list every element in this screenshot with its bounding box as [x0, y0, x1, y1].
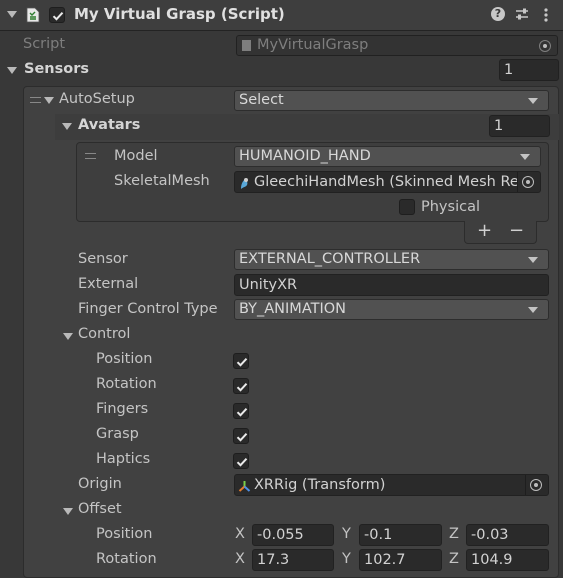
- component-enabled-checkbox[interactable]: [49, 7, 65, 23]
- model-dropdown[interactable]: HUMANOID_HAND: [234, 146, 541, 167]
- inspector-component: My Virtual Grasp (Script) ? Script MyVir…: [0, 0, 563, 578]
- component-title: My Virtual Grasp (Script): [74, 5, 285, 23]
- rotation-x-input[interactable]: 17.3: [252, 549, 334, 571]
- position-y-axis-label: Y: [342, 526, 351, 542]
- component-header: My Virtual Grasp (Script) ?: [0, 0, 563, 31]
- skeletalmesh-field[interactable]: GleechiHandMesh (Skinned Mesh Re: [234, 171, 541, 193]
- add-element-button[interactable]: +: [477, 220, 492, 241]
- control-grasp-label: Grasp: [96, 426, 139, 442]
- rotation-y-input[interactable]: 102.7: [359, 549, 442, 571]
- chevron-down-icon: [528, 98, 538, 104]
- control-rotation-label: Rotation: [96, 376, 157, 392]
- control-position-checkbox[interactable]: [233, 353, 249, 369]
- script-field-value: MyVirtualGrasp: [257, 37, 369, 53]
- script-field[interactable]: MyVirtualGrasp: [236, 35, 558, 56]
- sensor-dropdown[interactable]: EXTERNAL_CONTROLLER: [234, 249, 549, 270]
- transform-icon: [238, 479, 251, 492]
- autosetup-value: Select: [239, 92, 284, 108]
- preset-icon[interactable]: [515, 7, 529, 21]
- avatars-label: Avatars: [78, 117, 141, 133]
- control-position-label: Position: [96, 351, 153, 367]
- chevron-down-icon: [528, 257, 538, 263]
- header-foldout-arrow-icon[interactable]: [7, 11, 17, 18]
- position-z-axis-label: Z: [449, 526, 459, 542]
- physical-label: Physical: [421, 199, 480, 215]
- rotation-z-input[interactable]: 104.9: [466, 549, 549, 571]
- skinned-mesh-icon: [239, 176, 250, 189]
- autosetup-dropdown[interactable]: Select: [234, 90, 549, 111]
- sensors-foldout-arrow-icon[interactable]: [7, 67, 17, 74]
- origin-value: XRRig (Transform): [254, 477, 386, 493]
- picker-separator: [525, 475, 526, 495]
- finger-control-dropdown[interactable]: BY_ANIMATION: [234, 299, 549, 320]
- avatar-drag-handle-icon[interactable]: [85, 153, 96, 159]
- control-rotation-checkbox[interactable]: [233, 378, 249, 394]
- picker-separator: [517, 172, 518, 192]
- position-y-input[interactable]: -0.1: [359, 524, 442, 546]
- kebab-menu-icon[interactable]: [543, 7, 549, 23]
- control-foldout-arrow-icon[interactable]: [63, 333, 73, 340]
- skeletalmesh-value: GleechiHandMesh (Skinned Mesh Re: [254, 174, 519, 190]
- script-file-icon: [26, 7, 40, 23]
- avatars-size-field[interactable]: 1: [489, 115, 550, 137]
- skeletalmesh-label: SkeletalMesh: [114, 173, 210, 189]
- control-haptics-label: Haptics: [96, 451, 151, 467]
- position-x-axis-label: X: [235, 526, 245, 542]
- position-z-input[interactable]: -0.03: [466, 524, 549, 546]
- external-input[interactable]: UnityXR: [234, 274, 549, 296]
- physical-checkbox[interactable]: [399, 199, 415, 215]
- sensors-label: Sensors: [24, 61, 89, 77]
- offset-rotation-label: Rotation: [96, 551, 157, 567]
- control-fingers-label: Fingers: [96, 401, 149, 417]
- control-fingers-checkbox[interactable]: [233, 403, 249, 419]
- autosetup-label: AutoSetup: [59, 91, 135, 107]
- control-label: Control: [78, 326, 131, 342]
- finger-control-value: BY_ANIMATION: [239, 301, 347, 317]
- sensor-value: EXTERNAL_CONTROLLER: [239, 251, 421, 267]
- object-picker-icon[interactable]: [539, 40, 551, 52]
- offset-position-label: Position: [96, 526, 153, 542]
- origin-label: Origin: [78, 476, 122, 492]
- object-picker-icon[interactable]: [530, 479, 542, 491]
- external-label: External: [78, 276, 139, 292]
- chevron-down-icon: [520, 154, 530, 160]
- chevron-down-icon: [528, 307, 538, 313]
- model-value: HUMANOID_HAND: [239, 148, 371, 164]
- script-asset-icon: [242, 40, 251, 51]
- sensor-label: Sensor: [78, 251, 128, 267]
- position-x-input[interactable]: -0.055: [252, 524, 334, 546]
- control-haptics-checkbox[interactable]: [233, 453, 249, 469]
- rotation-x-axis-label: X: [235, 551, 245, 567]
- help-icon[interactable]: ?: [491, 7, 505, 21]
- avatars-foldout-arrow-icon[interactable]: [62, 123, 72, 130]
- avatars-add-remove-footer: [464, 221, 537, 244]
- control-grasp-checkbox[interactable]: [233, 428, 249, 444]
- object-picker-icon[interactable]: [522, 176, 534, 188]
- rotation-y-axis-label: Y: [342, 551, 351, 567]
- sensors-size-field[interactable]: 1: [499, 59, 559, 81]
- remove-element-button[interactable]: −: [509, 220, 524, 241]
- script-label: Script: [23, 36, 66, 52]
- rotation-z-axis-label: Z: [449, 551, 459, 567]
- origin-field[interactable]: XRRig (Transform): [234, 474, 549, 496]
- offset-label: Offset: [78, 501, 122, 517]
- autosetup-foldout-arrow-icon[interactable]: [44, 97, 54, 104]
- model-label: Model: [114, 148, 158, 164]
- offset-foldout-arrow-icon[interactable]: [63, 508, 73, 515]
- finger-control-label: Finger Control Type: [78, 301, 218, 317]
- sensor-drag-handle-icon[interactable]: [30, 97, 41, 103]
